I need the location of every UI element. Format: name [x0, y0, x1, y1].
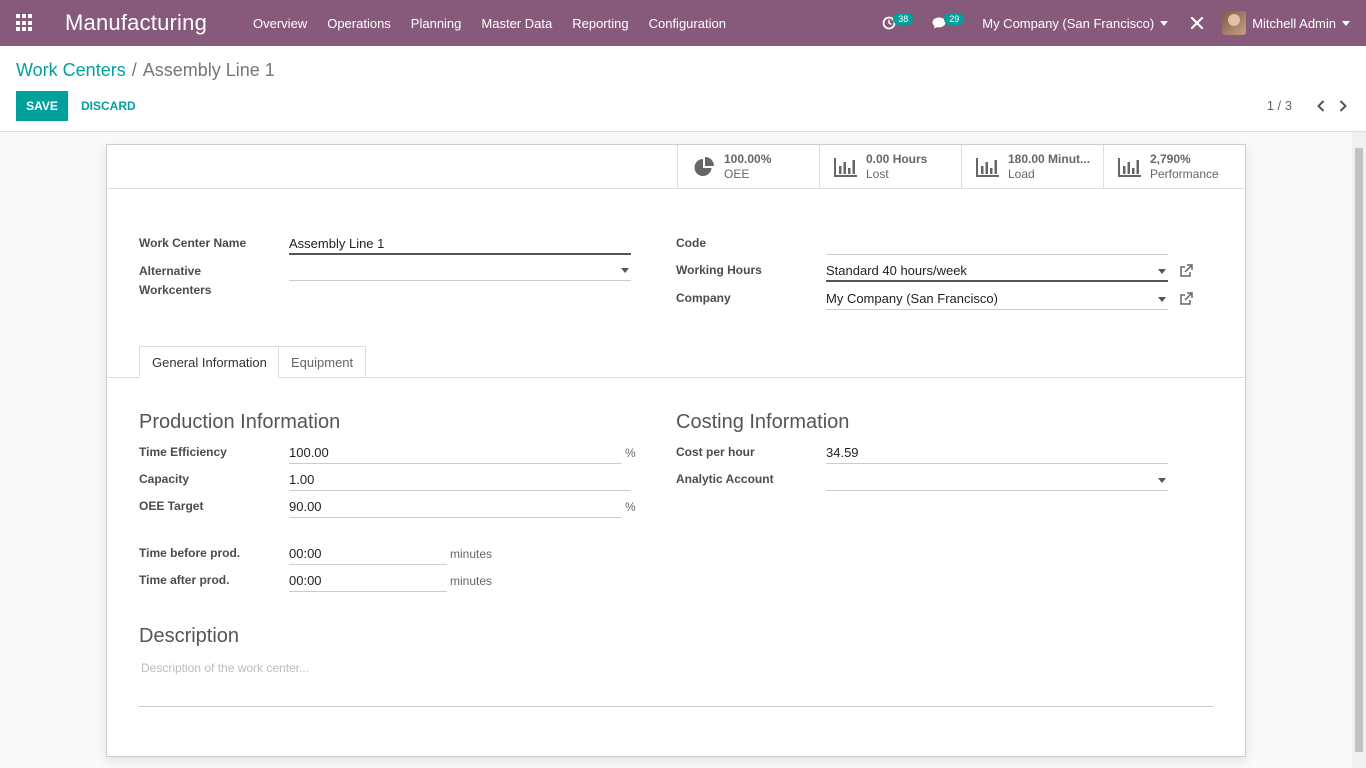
- company-input[interactable]: My Company (San Francisco): [826, 290, 1168, 310]
- activity-badge: 38: [893, 13, 914, 25]
- costing-information-title: Costing Information: [676, 411, 850, 433]
- external-link-icon[interactable]: [1179, 264, 1193, 278]
- scrollbar[interactable]: [1352, 132, 1366, 768]
- pager-next-button[interactable]: [1336, 99, 1350, 113]
- capacity-label: Capacity: [139, 472, 190, 486]
- performance-stat-button[interactable]: 2,790% Performance: [1103, 145, 1245, 189]
- time-efficiency-label: Time Efficiency: [139, 445, 227, 459]
- company-label: Company: [676, 291, 731, 305]
- pager: 1 / 3: [1267, 98, 1350, 113]
- user-menu[interactable]: Mitchell Admin: [1222, 11, 1350, 35]
- time-before-prod-label: Time before prod.: [139, 546, 241, 560]
- percent-unit: %: [625, 500, 636, 514]
- time-efficiency-input[interactable]: 100.00: [289, 444, 621, 464]
- company-switcher[interactable]: My Company (San Francisco): [982, 15, 1169, 31]
- systray: 38 29 My Company (San Francisco) Mitchel…: [882, 0, 1366, 46]
- main-menu: Overview Operations Planning Master Data…: [253, 16, 746, 31]
- external-link-icon[interactable]: [1179, 292, 1193, 306]
- analytic-account-input[interactable]: [826, 471, 1168, 491]
- oee-stat-value: 100.00%: [724, 152, 772, 166]
- lost-stat-value: 0.00 Hours: [866, 152, 928, 166]
- main-navbar: Manufacturing Overview Operations Planni…: [0, 0, 1366, 46]
- load-stat-button[interactable]: 180.00 Minut... Load: [961, 145, 1103, 189]
- menu-planning[interactable]: Planning: [411, 16, 462, 31]
- breadcrumb-separator: /: [131, 60, 137, 80]
- chevron-right-icon: [1339, 99, 1347, 112]
- messaging-menu[interactable]: 29: [931, 13, 965, 30]
- performance-stat-value: 2,790%: [1150, 152, 1191, 166]
- oee-stat-label: OEE: [724, 167, 750, 181]
- work-center-name-label: Work Center Name: [139, 236, 247, 250]
- chevron-left-icon: [1317, 99, 1325, 112]
- oee-target-label: OEE Target: [139, 499, 204, 513]
- notebook-tabs: General Information Equipment: [107, 346, 1245, 378]
- bar-chart-icon: [1118, 158, 1141, 177]
- description-underline: [139, 706, 1213, 707]
- avatar: [1222, 11, 1247, 35]
- control-panel: Work Centers / Assembly Line 1 SAVE DISCAR…: [0, 46, 1366, 132]
- breadcrumb-current: Assembly Line 1: [142, 60, 275, 80]
- breadcrumb-work-centers[interactable]: Work Centers: [16, 60, 126, 80]
- pager-value[interactable]: 1 / 3: [1267, 98, 1292, 113]
- alternative-workcenters-label: Alternative Workcenters: [139, 264, 212, 297]
- dropdown-caret-icon: [1158, 297, 1166, 302]
- code-label: Code: [676, 236, 706, 250]
- tab-general-information[interactable]: General Information: [139, 346, 280, 378]
- capacity-input[interactable]: 1.00: [289, 471, 631, 491]
- minutes-unit: minutes: [450, 547, 493, 561]
- bar-chart-icon: [834, 158, 857, 177]
- breadcrumb: Work Centers / Assembly Line 1: [16, 60, 275, 81]
- bar-chart-icon: [976, 158, 999, 177]
- code-input[interactable]: [826, 235, 1168, 255]
- analytic-account-label: Analytic Account: [676, 472, 774, 486]
- alternative-workcenters-input[interactable]: [289, 261, 631, 281]
- user-name: Mitchell Admin: [1252, 15, 1336, 31]
- app-brand[interactable]: Manufacturing: [65, 10, 207, 36]
- oee-target-input[interactable]: 90.00: [289, 498, 621, 518]
- menu-master-data[interactable]: Master Data: [481, 16, 552, 31]
- scrollbar-thumb[interactable]: [1355, 148, 1363, 752]
- work-center-name-input[interactable]: Assembly Line 1: [289, 235, 631, 255]
- dropdown-caret-icon: [1158, 478, 1166, 483]
- save-button[interactable]: SAVE: [16, 91, 68, 121]
- minutes-unit: minutes: [450, 574, 493, 588]
- debug-tools[interactable]: [1190, 16, 1204, 30]
- tools-icon: [1191, 16, 1204, 30]
- time-before-prod-input[interactable]: 00:00: [289, 545, 447, 565]
- dropdown-caret-icon: [1158, 269, 1166, 274]
- menu-configuration[interactable]: Configuration: [649, 16, 726, 31]
- discard-button[interactable]: DISCARD: [81, 91, 136, 121]
- lost-stat-label: Lost: [866, 167, 889, 181]
- time-after-prod-input[interactable]: 00:00: [289, 572, 447, 592]
- pie-chart-icon: [694, 157, 714, 176]
- dropdown-caret-icon: [621, 268, 629, 273]
- load-stat-label: Load: [1008, 167, 1035, 181]
- smart-button-box: 100.00% OEE 0.00 Hours Lost 180.00 Minut…: [107, 145, 1245, 189]
- app-grid-icon[interactable]: [16, 14, 34, 32]
- load-stat-value: 180.00 Minut...: [1008, 152, 1091, 166]
- time-after-prod-label: Time after prod.: [139, 573, 230, 587]
- pager-previous-button[interactable]: [1314, 99, 1328, 113]
- menu-reporting[interactable]: Reporting: [572, 16, 628, 31]
- working-hours-label: Working Hours: [676, 263, 762, 277]
- working-hours-input[interactable]: Standard 40 hours/week: [826, 262, 1168, 282]
- cost-per-hour-label: Cost per hour: [676, 445, 755, 459]
- company-switcher-label: My Company (San Francisco): [982, 15, 1155, 31]
- performance-stat-label: Performance: [1150, 167, 1219, 181]
- menu-overview[interactable]: Overview: [253, 16, 307, 31]
- caret-down-icon: [1342, 20, 1350, 26]
- oee-stat-button[interactable]: 100.00% OEE: [677, 145, 819, 189]
- percent-unit: %: [625, 446, 636, 460]
- tab-equipment[interactable]: Equipment: [278, 346, 367, 378]
- form-sheet: 100.00% OEE 0.00 Hours Lost 180.00 Minut…: [106, 144, 1246, 757]
- description-title: Description: [139, 625, 240, 647]
- cost-per-hour-input[interactable]: 34.59: [826, 444, 1168, 464]
- menu-operations[interactable]: Operations: [327, 16, 391, 31]
- lost-stat-button[interactable]: 0.00 Hours Lost: [819, 145, 961, 189]
- production-information-title: Production Information: [139, 411, 341, 433]
- activity-menu[interactable]: 38: [882, 13, 914, 30]
- caret-down-icon: [1160, 20, 1169, 26]
- message-badge: 29: [944, 13, 965, 25]
- description-input[interactable]: Description of the work center...: [141, 661, 309, 675]
